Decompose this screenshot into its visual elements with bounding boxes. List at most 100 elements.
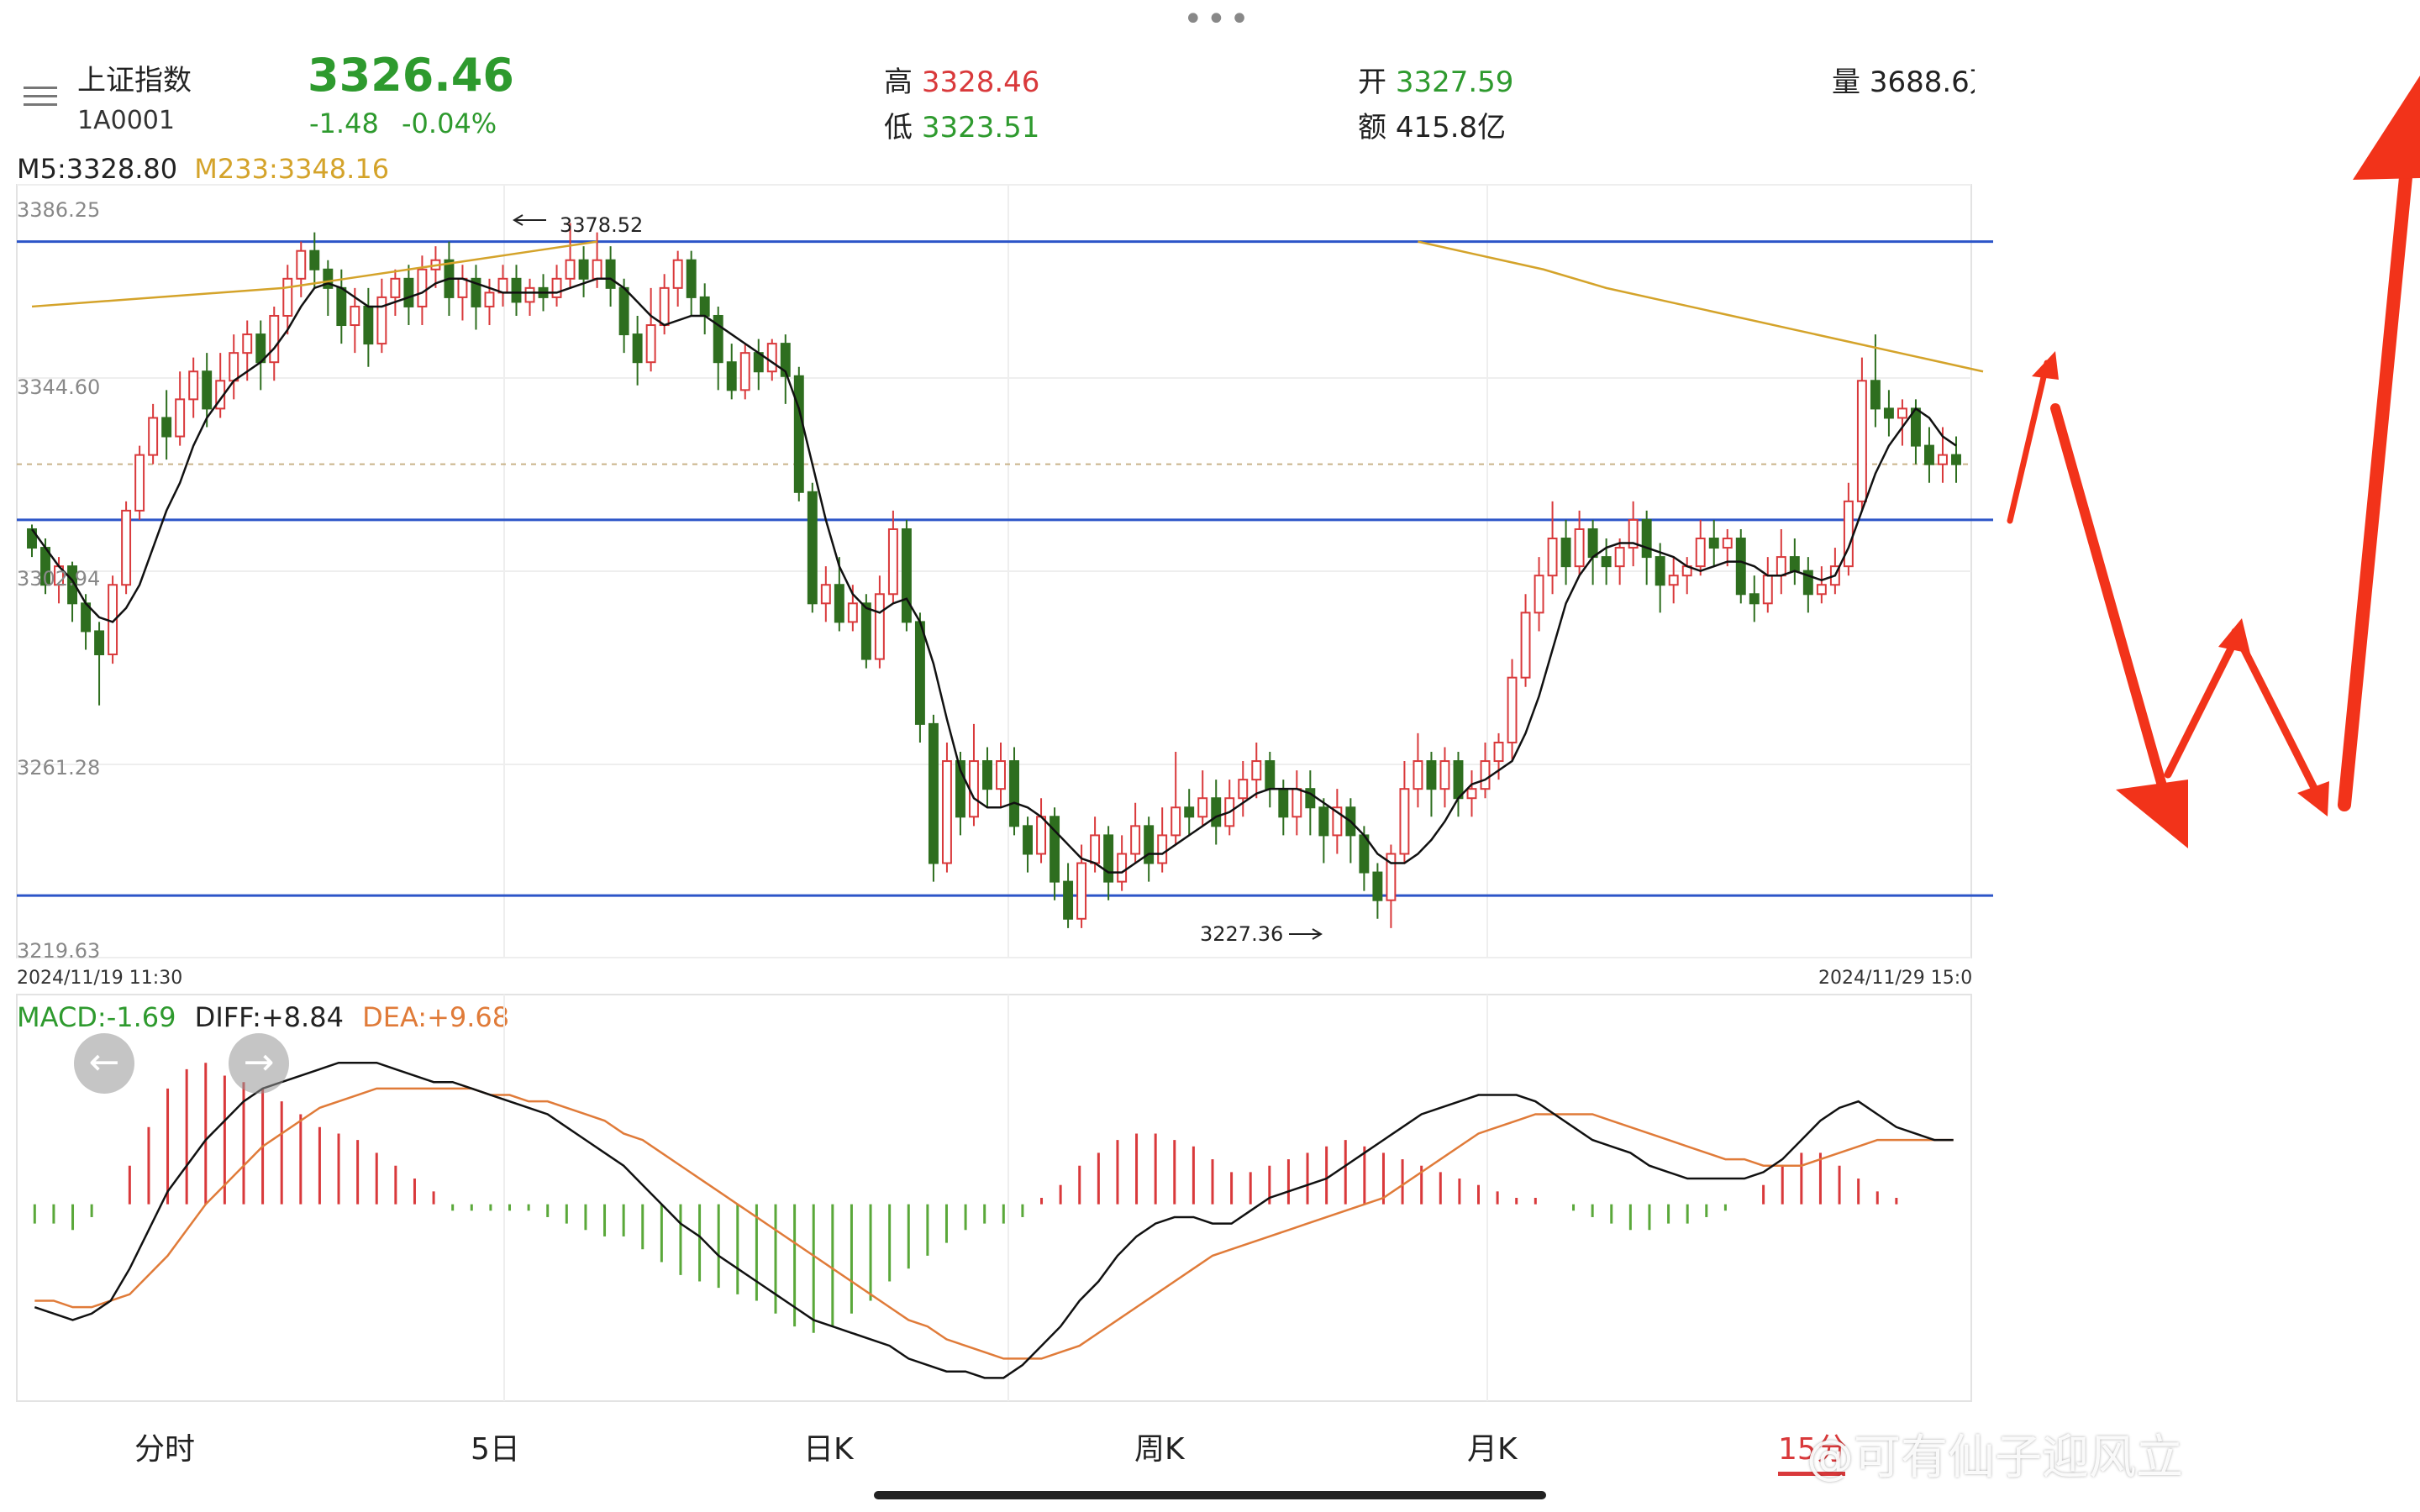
candle-body xyxy=(229,352,239,382)
candle-body xyxy=(363,305,374,345)
candle-body xyxy=(1762,575,1773,605)
candle-body xyxy=(1413,760,1423,790)
candle-body xyxy=(1144,825,1155,864)
candle-body xyxy=(242,333,253,354)
candle-body xyxy=(1574,528,1585,568)
candle-body xyxy=(551,277,562,298)
ma5-line xyxy=(30,277,1957,874)
candle-body xyxy=(350,305,360,327)
forecast-arrowhead-up-3 xyxy=(2353,76,2420,180)
forecast-arrow-down-1 xyxy=(2050,403,2173,811)
start-date: 2024/11/19 11:30 xyxy=(17,968,183,989)
candle-body xyxy=(188,370,199,401)
tab-weekly[interactable]: 周K xyxy=(1134,1425,1185,1468)
candle-body xyxy=(1924,444,1934,465)
candle-body xyxy=(1587,528,1598,559)
forecast-arrow-down-2 xyxy=(2231,627,2323,802)
low-annotation: 3227.36 xyxy=(1200,922,1284,946)
candle-body xyxy=(1278,788,1289,818)
forecast-arrow-up-1 xyxy=(2007,360,2050,524)
candle-body xyxy=(1211,797,1222,827)
candle-body xyxy=(982,760,992,790)
high-annotation: 3378.52 xyxy=(560,213,644,237)
candle-body xyxy=(618,286,629,336)
forecast-arrowhead-up-1 xyxy=(2032,351,2059,380)
candle-body xyxy=(1480,760,1491,790)
candle-body xyxy=(1265,760,1276,790)
forecast-arrow-up-3 xyxy=(2338,128,2417,811)
candle-body xyxy=(403,277,414,307)
candle-body xyxy=(1453,760,1464,800)
tab-monthly[interactable]: 月K xyxy=(1467,1425,1518,1468)
candle-body xyxy=(1184,806,1195,818)
candle-body xyxy=(511,277,522,303)
candle-body xyxy=(847,602,858,623)
candle-body xyxy=(1103,834,1114,883)
candle-body xyxy=(175,398,186,438)
candle-body xyxy=(645,324,656,364)
tab-daily[interactable]: 日K xyxy=(803,1425,854,1468)
candle-body xyxy=(1614,547,1625,568)
candle-body xyxy=(296,249,307,280)
candle-body xyxy=(1372,871,1383,901)
candle-body xyxy=(887,528,898,596)
candle-body xyxy=(121,509,132,586)
diff-line xyxy=(34,1061,1954,1379)
candle-body xyxy=(376,296,387,345)
candle-body xyxy=(94,630,105,656)
candle-body xyxy=(524,286,535,303)
candle-body xyxy=(969,760,979,818)
prev-arrow-icon[interactable]: ← xyxy=(74,1033,134,1094)
axis-label-top: 3386.25 xyxy=(17,198,101,222)
candle-body xyxy=(1171,806,1181,837)
candle-body xyxy=(1856,380,1867,502)
kline-chart[interactable] xyxy=(0,0,2420,1428)
candle-body xyxy=(1507,676,1518,743)
candle-body xyxy=(860,602,871,660)
candle-body xyxy=(1641,518,1652,559)
candle-body xyxy=(202,370,213,410)
candle-body xyxy=(1426,760,1437,790)
candle-body xyxy=(484,291,495,307)
candle-body xyxy=(1130,825,1141,855)
candle-body xyxy=(1883,407,1894,419)
candle-body xyxy=(1547,538,1558,577)
forecast-arrowhead-down-1 xyxy=(2116,780,2188,848)
candle-body xyxy=(996,760,1006,790)
candle-body xyxy=(1938,454,1948,465)
candle-body xyxy=(1023,825,1033,855)
candle-body xyxy=(390,277,401,298)
candle-body xyxy=(1466,788,1477,800)
candle-body xyxy=(1655,556,1665,586)
candle-body xyxy=(1292,788,1302,818)
candle-body xyxy=(336,286,347,327)
candle-body xyxy=(928,722,939,864)
axis-label-bottom: 3219.63 xyxy=(17,939,101,963)
candle-body xyxy=(834,584,844,623)
candle-body xyxy=(161,417,172,438)
candle-body xyxy=(1493,741,1504,763)
candle-body xyxy=(766,343,777,373)
candle-body xyxy=(820,584,831,605)
candle-body xyxy=(874,593,885,660)
tab-5day[interactable]: 5日 xyxy=(471,1425,520,1468)
candle-body xyxy=(1036,816,1047,855)
ma233-line xyxy=(1418,240,1984,373)
candle-body xyxy=(1695,538,1706,568)
candle-body xyxy=(807,491,818,605)
candle-body xyxy=(1897,407,1907,419)
next-arrow-icon[interactable]: → xyxy=(229,1033,289,1094)
candle-body xyxy=(1668,575,1679,586)
candle-body xyxy=(1870,380,1881,410)
home-indicator[interactable] xyxy=(874,1491,1546,1499)
tab-intraday[interactable]: 分时 xyxy=(134,1425,195,1468)
candle-body xyxy=(793,375,804,493)
candle-body xyxy=(269,314,280,364)
candle-body xyxy=(1534,575,1544,614)
candle-body xyxy=(1776,556,1786,577)
candle-body xyxy=(699,296,710,317)
candle-body xyxy=(739,352,750,391)
candle-body xyxy=(565,259,576,280)
candle-body xyxy=(1238,779,1249,800)
candle-body xyxy=(1520,612,1531,679)
